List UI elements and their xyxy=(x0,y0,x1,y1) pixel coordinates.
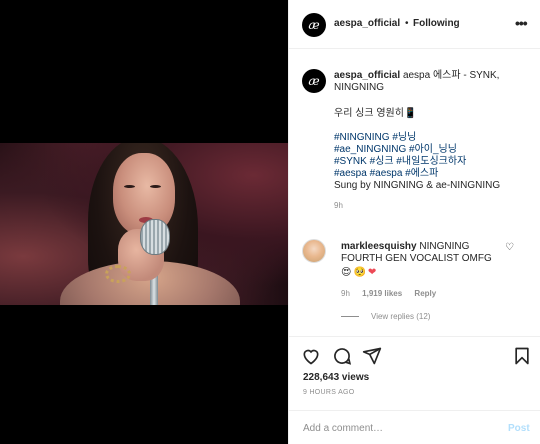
following-button[interactable]: Following xyxy=(413,18,460,29)
caption-line: 우리 싱크 영원히📱 xyxy=(334,108,417,119)
caption-sung-by: Sung by NINGNING & ae-NINGNING xyxy=(334,180,501,191)
video-area xyxy=(0,0,288,444)
video-frame-eye xyxy=(124,185,135,188)
comment-meta: 9h 1,919 likes Reply xyxy=(341,289,446,298)
video-frame-eye xyxy=(150,185,161,188)
comment-input[interactable]: Add a comment… xyxy=(303,423,383,434)
video-player[interactable] xyxy=(0,143,288,305)
reply-button[interactable]: Reply xyxy=(414,289,436,298)
video-frame-microphone xyxy=(140,219,170,255)
avatar[interactable] xyxy=(302,13,326,37)
share-icon[interactable] xyxy=(362,346,382,366)
comment-text: markleesquishy NINGNING FOURTH GEN VOCAL… xyxy=(341,241,506,279)
post-actions: 228,643 views 9 HOURS AGO xyxy=(289,336,540,400)
views-count[interactable]: 228,643 views xyxy=(303,372,369,383)
hashtag-line[interactable]: #ae_NINGNING #아이_닝닝 xyxy=(334,144,534,156)
post-header: aespa_official • Following ••• xyxy=(289,0,540,49)
caption-username-link[interactable]: aespa_official xyxy=(334,70,400,81)
heart-eyes-emoji: 😍 xyxy=(341,267,352,278)
red-heart-emoji: ❤ xyxy=(367,267,377,278)
comment-emojis: 😍 🥺 ❤ xyxy=(341,267,506,279)
heart-icon[interactable] xyxy=(301,346,321,366)
pleading-face-emoji: 🥺 xyxy=(353,267,366,278)
instagram-post-window: aespa_official • Following ••• aespa_off… xyxy=(0,0,540,444)
comment-icon[interactable] xyxy=(332,346,352,366)
more-icon[interactable]: ••• xyxy=(515,15,528,31)
hashtag-line[interactable]: #SYNK #싱크 #내일도싱크하자 xyxy=(334,156,534,168)
hashtag-line[interactable]: #NINGNING #닝닝 xyxy=(334,132,534,144)
caption-timestamp[interactable]: 9h xyxy=(334,200,534,212)
post-side-panel: aespa_official • Following ••• aespa_off… xyxy=(288,0,540,444)
comment-likes-count[interactable]: 1,919 likes xyxy=(362,289,402,298)
commenter-username-link[interactable]: markleesquishy xyxy=(341,241,417,252)
hashtag-line[interactable]: #aespa #aespa #에스파 xyxy=(334,168,534,180)
post-time[interactable]: 9 HOURS AGO xyxy=(303,389,355,396)
post-button[interactable]: Post xyxy=(508,423,530,434)
separator-dot: • xyxy=(405,18,409,29)
video-frame-bracelet xyxy=(105,265,131,283)
comment-like-heart-icon[interactable]: ♡ xyxy=(505,242,514,253)
username-link[interactable]: aespa_official xyxy=(334,18,400,29)
caption-avatar[interactable] xyxy=(302,69,326,93)
view-replies-link[interactable]: View replies (12) xyxy=(341,312,430,321)
comment-composer: Add a comment… Post xyxy=(289,410,540,444)
commenter-avatar[interactable] xyxy=(302,239,326,263)
caption-text: aespa_official aespa 에스파 - SYNK, NINGNIN… xyxy=(334,70,534,212)
bookmark-icon[interactable] xyxy=(512,346,532,366)
comment-timestamp[interactable]: 9h xyxy=(341,289,350,298)
